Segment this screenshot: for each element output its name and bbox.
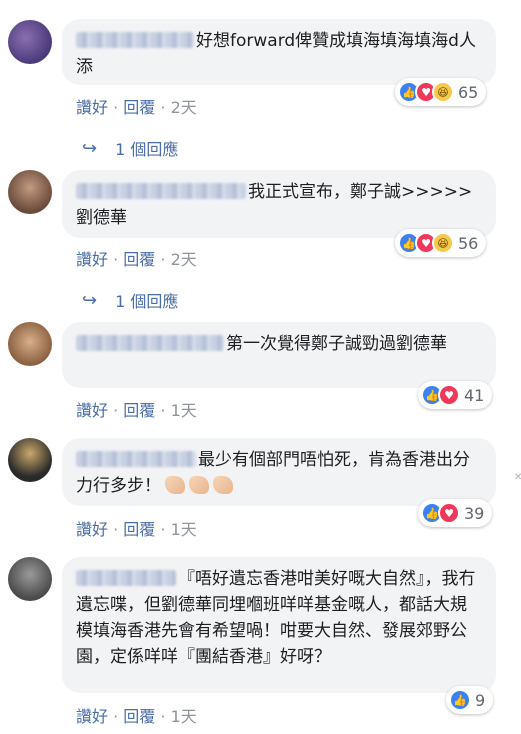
separator: · — [113, 401, 119, 420]
timestamp[interactable]: 1天 — [171, 401, 197, 420]
haha-reaction-icon: 😆 — [432, 232, 454, 254]
reaction-count: 56 — [458, 233, 479, 253]
reaction-count: 41 — [464, 385, 485, 405]
reaction-summary[interactable]: 👍 9 — [446, 686, 494, 714]
comment-bubble: 好想forward俾贊成填海填海填海d人添 — [62, 19, 496, 85]
replies-label: 1 個回應 — [115, 140, 179, 159]
timestamp[interactable]: 1天 — [171, 707, 197, 726]
comment-bubble: 最少有個部門唔怕死，肯為香港出分力行多步！ — [62, 438, 496, 506]
avatar[interactable] — [8, 438, 52, 482]
timestamp[interactable]: 1天 — [171, 520, 197, 539]
avatar[interactable] — [8, 20, 52, 64]
avatar[interactable] — [8, 322, 52, 366]
reaction-summary[interactable]: 👍 ♥ 41 — [418, 381, 493, 409]
separator: · — [160, 250, 166, 269]
separator: · — [113, 98, 119, 117]
like-reaction-icon: 👍 — [449, 689, 471, 711]
love-reaction-icon: ♥ — [438, 502, 460, 524]
comment-actions: 讚好 · 回覆 · 2天 — [76, 246, 197, 270]
reply-link[interactable]: 回覆 — [123, 250, 155, 269]
comment-actions: 讚好 · 回覆 · 1天 — [76, 397, 197, 421]
author-name[interactable] — [76, 335, 224, 351]
view-replies-link[interactable]: ↪ 1 個回應 — [82, 288, 178, 312]
reaction-summary[interactable]: 👍 ♥ 39 — [418, 499, 493, 527]
love-reaction-icon: ♥ — [438, 384, 460, 406]
author-name[interactable] — [76, 570, 176, 586]
separator: · — [160, 401, 166, 420]
author-name[interactable] — [76, 183, 246, 199]
reaction-summary[interactable]: 👍 ♥ 😆 56 — [395, 229, 487, 257]
comment-text: 第一次覺得鄭子誠勁過劉德華 — [226, 334, 447, 354]
reaction-count: 65 — [458, 82, 479, 102]
haha-reaction-icon: 😆 — [432, 81, 454, 103]
reaction-summary[interactable]: 👍 ♥ 😆 65 — [395, 78, 487, 106]
separator: · — [160, 707, 166, 726]
reply-link[interactable]: 回覆 — [123, 707, 155, 726]
like-link[interactable]: 讚好 — [76, 707, 108, 726]
like-link[interactable]: 讚好 — [76, 98, 108, 117]
replies-label: 1 個回應 — [115, 292, 179, 311]
reply-link[interactable]: 回覆 — [123, 98, 155, 117]
reply-link[interactable]: 回覆 — [123, 520, 155, 539]
comment-bubble: 第一次覺得鄭子誠勁過劉德華 — [62, 322, 496, 388]
reply-arrow-icon: ↪ — [82, 289, 98, 311]
separator: · — [160, 98, 166, 117]
comment-bubble: 我正式宣布，鄭子誠>>>>>劉德華 — [62, 170, 496, 238]
muscle-icon — [165, 476, 185, 494]
author-name[interactable] — [76, 451, 196, 467]
like-link[interactable]: 讚好 — [76, 250, 108, 269]
timestamp[interactable]: 2天 — [171, 250, 197, 269]
timestamp[interactable]: 2天 — [171, 98, 197, 117]
view-replies-link[interactable]: ↪ 1 個回應 — [82, 136, 178, 160]
comment-bubble: 『唔好遺忘香港咁美好嘅大自然』，我冇遺忘喋，但劉德華同埋嗰班咩咩基金嘅人，都話大… — [62, 557, 496, 693]
reply-arrow-icon: ↪ — [82, 137, 98, 159]
comment-actions: 讚好 · 回覆 · 1天 — [76, 703, 197, 727]
muscle-icon — [213, 476, 233, 494]
muscle-icon — [189, 476, 209, 494]
like-link[interactable]: 讚好 — [76, 401, 108, 420]
reaction-count: 9 — [475, 690, 486, 710]
reaction-count: 39 — [464, 503, 485, 523]
scrollbar-marker[interactable]: ✕ — [514, 472, 521, 483]
author-name[interactable] — [76, 32, 194, 48]
separator: · — [113, 520, 119, 539]
avatar[interactable] — [8, 170, 52, 214]
comment-actions: 讚好 · 回覆 · 1天 — [76, 516, 197, 540]
reply-link[interactable]: 回覆 — [123, 401, 155, 420]
like-link[interactable]: 讚好 — [76, 520, 108, 539]
separator: · — [113, 250, 119, 269]
comment-actions: 讚好 · 回覆 · 2天 — [76, 94, 197, 118]
separator: · — [160, 520, 166, 539]
avatar[interactable] — [8, 557, 52, 601]
separator: · — [113, 707, 119, 726]
